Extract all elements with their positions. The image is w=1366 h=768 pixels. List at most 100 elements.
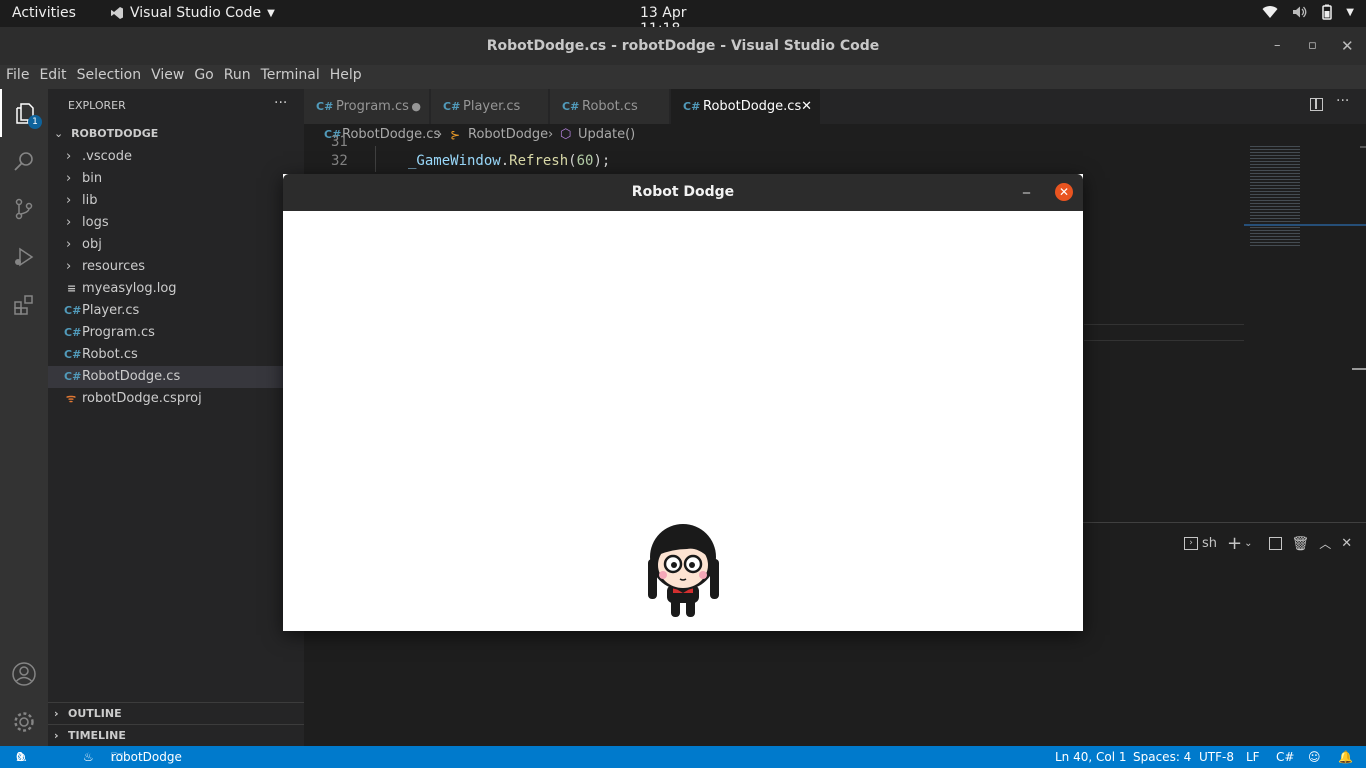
tab-label: Program.cs	[336, 99, 409, 114]
tree-item-label: Program.cs	[82, 325, 155, 340]
chevron-right-icon: ›	[437, 127, 443, 142]
menu-run[interactable]: Run	[218, 65, 251, 89]
game-canvas[interactable]	[283, 211, 1083, 631]
activity-search[interactable]	[0, 137, 48, 185]
add-terminal-icon[interactable]: +	[1227, 533, 1242, 554]
activity-extensions[interactable]	[0, 281, 48, 329]
tree-item-robot-cs[interactable]: C# Robot.cs	[48, 344, 304, 366]
activity-manage[interactable]	[0, 698, 48, 746]
tree-item-lib[interactable]: › lib	[48, 190, 304, 212]
tab-player-cs[interactable]: C# Player.cs	[431, 89, 549, 124]
split-editor-icon[interactable]	[1310, 98, 1323, 111]
rss-file-icon: ᯤ	[66, 392, 77, 405]
system-tray[interactable]: ▼	[1262, 4, 1354, 20]
cursor-position[interactable]: Ln 40, Col 1	[1055, 746, 1127, 768]
search-icon	[14, 152, 33, 171]
chevron-down-icon[interactable]: ⌄	[1244, 538, 1252, 549]
tree-item-logs[interactable]: › logs	[48, 212, 304, 234]
minimize-button[interactable]: –	[1274, 27, 1281, 65]
menu-go[interactable]: Go	[188, 65, 213, 89]
tree-item-robotdodge-cs[interactable]: C# RobotDodge.cs	[48, 366, 304, 388]
activity-source-control[interactable]	[0, 185, 48, 233]
tree-item-myeasylog[interactable]: ≡ myeasylog.log	[48, 278, 304, 300]
encoding[interactable]: UTF-8	[1199, 746, 1234, 768]
activities-button[interactable]: Activities	[12, 5, 76, 21]
activity-run-debug[interactable]	[0, 233, 48, 281]
maximize-panel-icon[interactable]: ︿	[1319, 535, 1331, 552]
menu-edit[interactable]: Edit	[33, 65, 66, 89]
more-actions-icon[interactable]: ···	[274, 95, 287, 111]
tree-item-program-cs[interactable]: C# Program.cs	[48, 322, 304, 344]
close-button[interactable]: ✕	[1341, 27, 1354, 65]
game-minimize-button[interactable]: _	[1023, 178, 1030, 194]
csharp-file-icon: C#	[443, 100, 461, 113]
game-close-button[interactable]: ✕	[1055, 183, 1073, 201]
menu-terminal[interactable]: Terminal	[255, 65, 320, 89]
trash-icon[interactable]: 🗑	[1292, 536, 1310, 552]
app-menu[interactable]: Visual Studio Code ▼	[110, 5, 275, 21]
outline-section-label: OUTLINE	[68, 707, 122, 720]
line-endings[interactable]: LF	[1246, 746, 1260, 768]
tree-item-csproj[interactable]: ᯤ robotDodge.csproj	[48, 388, 304, 410]
tab-program-cs[interactable]: C# Program.cs ●	[304, 89, 430, 124]
modified-dot-icon[interactable]: ●	[411, 89, 421, 124]
log-file-icon: ≡	[67, 282, 77, 295]
explorer-root-folder[interactable]: ⌄ ROBOTDODGE	[54, 127, 158, 140]
outline-section[interactable]: › OUTLINE	[48, 702, 304, 724]
menu-selection[interactable]: Selection	[71, 65, 142, 89]
indent-guide	[375, 146, 376, 172]
tab-robotdodge-cs[interactable]: C# RobotDodge.cs ✕	[671, 89, 821, 124]
tree-item-obj[interactable]: › obj	[48, 234, 304, 256]
tree-item-label: resources	[82, 259, 146, 274]
csharp-file-icon: C#	[683, 100, 701, 113]
game-window[interactable]: Robot Dodge _ ✕	[283, 174, 1083, 631]
tree-item-player-cs[interactable]: C# Player.cs	[48, 300, 304, 322]
menu-view[interactable]: View	[145, 65, 184, 89]
activity-explorer[interactable]: 1	[0, 89, 48, 137]
tab-label: Robot.cs	[582, 99, 638, 114]
window-titlebar: RobotDodge.cs - robotDodge - Visual Stud…	[0, 27, 1366, 65]
csharp-file-icon: C#	[562, 100, 580, 113]
divider	[1084, 324, 1244, 325]
timeline-section[interactable]: › TIMELINE	[48, 724, 304, 746]
editor-tabs: C# Program.cs ● C# Player.cs C# Robot.cs…	[304, 89, 1366, 124]
indentation[interactable]: Spaces: 4	[1133, 746, 1191, 768]
notifications-icon[interactable]: 🔔	[1338, 746, 1353, 768]
close-tab-icon[interactable]: ✕	[801, 89, 812, 124]
close-panel-icon[interactable]: ✕	[1341, 536, 1352, 551]
flame-icon[interactable]: ♨	[83, 746, 94, 768]
warning-count: 0	[16, 750, 24, 764]
game-window-titlebar[interactable]: Robot Dodge	[283, 174, 1083, 211]
tree-item-resources[interactable]: › resources	[48, 256, 304, 278]
terminal-shell-label[interactable]: sh	[1202, 536, 1217, 551]
feedback-icon[interactable]: ☺	[1308, 746, 1321, 768]
tree-item-label: bin	[82, 171, 103, 186]
menu-file[interactable]: File	[0, 65, 29, 89]
breadcrumb-method[interactable]: Update()	[578, 124, 635, 146]
scrollbar-thumb[interactable]	[1360, 146, 1366, 148]
code-token: Refresh	[509, 153, 569, 169]
tree-item-label: Robot.cs	[82, 347, 138, 362]
activity-accounts[interactable]	[0, 650, 48, 698]
tree-item-bin[interactable]: › bin	[48, 168, 304, 190]
code-token: 60	[576, 153, 594, 169]
menu-bar: File Edit Selection View Go Run Terminal…	[0, 65, 1366, 89]
explorer-sidebar: EXPLORER ··· ⌄ ROBOTDODGE › .vscode › bi…	[48, 89, 304, 746]
timeline-section-label: TIMELINE	[68, 729, 126, 742]
chevron-right-icon: ›	[54, 729, 59, 742]
code-token: );	[593, 153, 611, 169]
language-mode[interactable]: C#	[1276, 746, 1294, 768]
menu-help[interactable]: Help	[324, 65, 362, 89]
maximize-button[interactable]: ▫	[1308, 27, 1317, 65]
breadcrumb-class[interactable]: RobotDodge	[468, 124, 548, 146]
app-name: Visual Studio Code	[130, 5, 262, 21]
chevron-right-icon: ›	[66, 215, 72, 230]
tree-item-vscode[interactable]: › .vscode	[48, 146, 304, 168]
breadcrumb-file[interactable]: RobotDodge.cs	[342, 124, 440, 146]
tab-robot-cs[interactable]: C# Robot.cs	[550, 89, 670, 124]
chevron-right-icon: ›	[548, 127, 554, 142]
more-actions-icon[interactable]: ···	[1336, 93, 1349, 109]
minimap[interactable]	[1244, 124, 1366, 522]
split-terminal-icon[interactable]	[1268, 537, 1282, 550]
chevron-right-icon: ›	[66, 171, 72, 186]
